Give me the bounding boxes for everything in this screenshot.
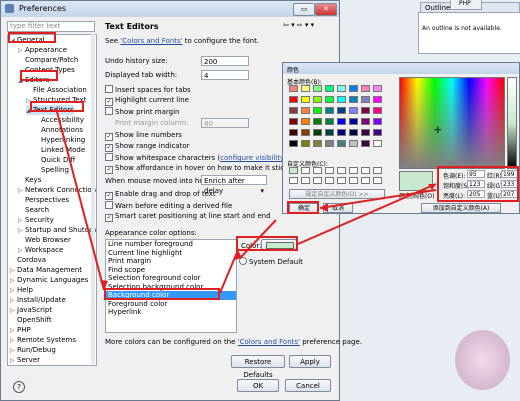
arrow-head-icon (320, 203, 328, 212)
arrow-tree-to-list (55, 107, 105, 291)
annotation-arrows (55, 107, 437, 294)
arrow-to-system-default (239, 219, 277, 259)
arrow-values-to-ok (319, 189, 437, 209)
arrow-head-icon (100, 280, 108, 290)
arrow-list-to-color (219, 249, 239, 294)
